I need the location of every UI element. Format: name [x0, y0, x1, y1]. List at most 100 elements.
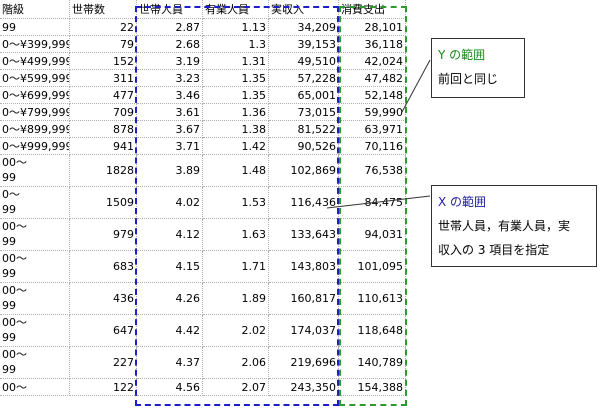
table-cell[interactable]: 1.35: [203, 70, 269, 87]
row-label[interactable]: 0～¥899,999: [0, 121, 70, 138]
column-header[interactable]: 世帯人員: [137, 0, 203, 19]
table-cell[interactable]: 1.48: [203, 155, 269, 187]
table-cell[interactable]: 57,228: [269, 70, 339, 87]
table-cell[interactable]: 683: [70, 251, 137, 283]
row-label[interactable]: 00～ 99: [0, 347, 70, 379]
table-cell[interactable]: 1.3: [203, 36, 269, 53]
table-cell[interactable]: 647: [70, 315, 137, 347]
table-cell[interactable]: 81,522: [269, 121, 339, 138]
row-label[interactable]: 0～¥799,999: [0, 104, 70, 121]
table-cell[interactable]: 3.23: [137, 70, 203, 87]
table-cell[interactable]: 133,643: [269, 219, 339, 251]
table-cell[interactable]: 4.37: [137, 347, 203, 379]
row-label[interactable]: 99: [0, 19, 70, 36]
column-header[interactable]: 世帯数: [70, 0, 137, 19]
table-cell[interactable]: 84,475: [339, 187, 406, 219]
table-cell[interactable]: 3.71: [137, 138, 203, 155]
table-cell[interactable]: 436: [70, 283, 137, 315]
table-cell[interactable]: 3.61: [137, 104, 203, 121]
table-cell[interactable]: 1.89: [203, 283, 269, 315]
row-label[interactable]: 00～: [0, 379, 70, 396]
table-cell[interactable]: 116,436: [269, 187, 339, 219]
table-cell[interactable]: 52,148: [339, 87, 406, 104]
table-cell[interactable]: 42,024: [339, 53, 406, 70]
table-cell[interactable]: 878: [70, 121, 137, 138]
table-cell[interactable]: 311: [70, 70, 137, 87]
table-cell[interactable]: 3.89: [137, 155, 203, 187]
table-cell[interactable]: 3.19: [137, 53, 203, 70]
table-cell[interactable]: 154,388: [339, 379, 406, 396]
table-cell[interactable]: 34,209: [269, 19, 339, 36]
table-cell[interactable]: 4.12: [137, 219, 203, 251]
table-cell[interactable]: 90,526: [269, 138, 339, 155]
column-header[interactable]: 階級: [0, 0, 70, 19]
row-label[interactable]: 00～ 99: [0, 219, 70, 251]
table-cell[interactable]: 22: [70, 19, 137, 36]
table-cell[interactable]: 70,116: [339, 138, 406, 155]
table-cell[interactable]: 28,101: [339, 19, 406, 36]
row-label[interactable]: 00～ 99: [0, 315, 70, 347]
table-cell[interactable]: 4.02: [137, 187, 203, 219]
row-label[interactable]: 0～¥999,999: [0, 138, 70, 155]
table-cell[interactable]: 1.53: [203, 187, 269, 219]
table-cell[interactable]: 1509: [70, 187, 137, 219]
table-cell[interactable]: 1.71: [203, 251, 269, 283]
table-cell[interactable]: 118,648: [339, 315, 406, 347]
table-cell[interactable]: 110,613: [339, 283, 406, 315]
table-cell[interactable]: 73,015: [269, 104, 339, 121]
table-cell[interactable]: 709: [70, 104, 137, 121]
table-cell[interactable]: 2.87: [137, 19, 203, 36]
table-cell[interactable]: 2.07: [203, 379, 269, 396]
table-cell[interactable]: 39,153: [269, 36, 339, 53]
table-cell[interactable]: 140,789: [339, 347, 406, 379]
table-cell[interactable]: 4.56: [137, 379, 203, 396]
table-cell[interactable]: 219,696: [269, 347, 339, 379]
table-cell[interactable]: 2.02: [203, 315, 269, 347]
table-cell[interactable]: 1.31: [203, 53, 269, 70]
table-cell[interactable]: 174,037: [269, 315, 339, 347]
row-label[interactable]: 00～ 99: [0, 155, 70, 187]
table-cell[interactable]: 941: [70, 138, 137, 155]
table-cell[interactable]: 1.63: [203, 219, 269, 251]
row-label[interactable]: 0～¥499,999: [0, 53, 70, 70]
table-cell[interactable]: 1.35: [203, 87, 269, 104]
table-cell[interactable]: 94,031: [339, 219, 406, 251]
table-cell[interactable]: 227: [70, 347, 137, 379]
column-header[interactable]: 有業人員: [203, 0, 269, 19]
table-cell[interactable]: 47,482: [339, 70, 406, 87]
row-label[interactable]: 00～ 99: [0, 283, 70, 315]
table-cell[interactable]: 36,118: [339, 36, 406, 53]
table-cell[interactable]: 4.42: [137, 315, 203, 347]
row-label[interactable]: 0～¥399,999: [0, 36, 70, 53]
column-header[interactable]: 消費支出: [339, 0, 406, 19]
table-cell[interactable]: 477: [70, 87, 137, 104]
column-header[interactable]: 実収入: [269, 0, 339, 19]
table-cell[interactable]: 1.42: [203, 138, 269, 155]
table-cell[interactable]: 76,538: [339, 155, 406, 187]
table-cell[interactable]: 1.13: [203, 19, 269, 36]
table-cell[interactable]: 243,350: [269, 379, 339, 396]
table-cell[interactable]: 1.38: [203, 121, 269, 138]
table-cell[interactable]: 3.46: [137, 87, 203, 104]
table-cell[interactable]: 3.67: [137, 121, 203, 138]
row-label[interactable]: 0～ 99: [0, 187, 70, 219]
table-cell[interactable]: 1828: [70, 155, 137, 187]
table-cell[interactable]: 2.06: [203, 347, 269, 379]
table-cell[interactable]: 65,001: [269, 87, 339, 104]
table-cell[interactable]: 4.26: [137, 283, 203, 315]
table-cell[interactable]: 160,817: [269, 283, 339, 315]
table-cell[interactable]: 152: [70, 53, 137, 70]
row-label[interactable]: 0～¥699,999: [0, 87, 70, 104]
row-label[interactable]: 00～ 99: [0, 251, 70, 283]
table-cell[interactable]: 49,510: [269, 53, 339, 70]
table-cell[interactable]: 2.68: [137, 36, 203, 53]
table-cell[interactable]: 63,971: [339, 121, 406, 138]
table-cell[interactable]: 1.36: [203, 104, 269, 121]
table-cell[interactable]: 102,869: [269, 155, 339, 187]
row-label[interactable]: 0～¥599,999: [0, 70, 70, 87]
table-cell[interactable]: 79: [70, 36, 137, 53]
table-cell[interactable]: 4.15: [137, 251, 203, 283]
table-cell[interactable]: 122: [70, 379, 137, 396]
table-cell[interactable]: 143,803: [269, 251, 339, 283]
table-cell[interactable]: 101,095: [339, 251, 406, 283]
